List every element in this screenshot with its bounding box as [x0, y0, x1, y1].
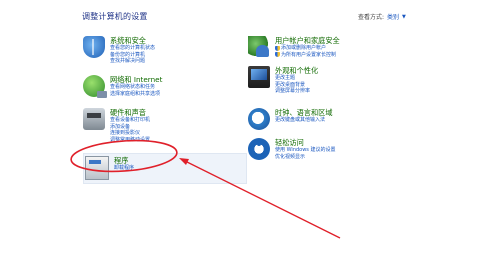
annotation-overlay	[70, 139, 341, 239]
annotation-arrow-line	[182, 159, 341, 239]
annotation-arrow-head	[179, 158, 189, 165]
annotation-circle	[70, 139, 178, 173]
